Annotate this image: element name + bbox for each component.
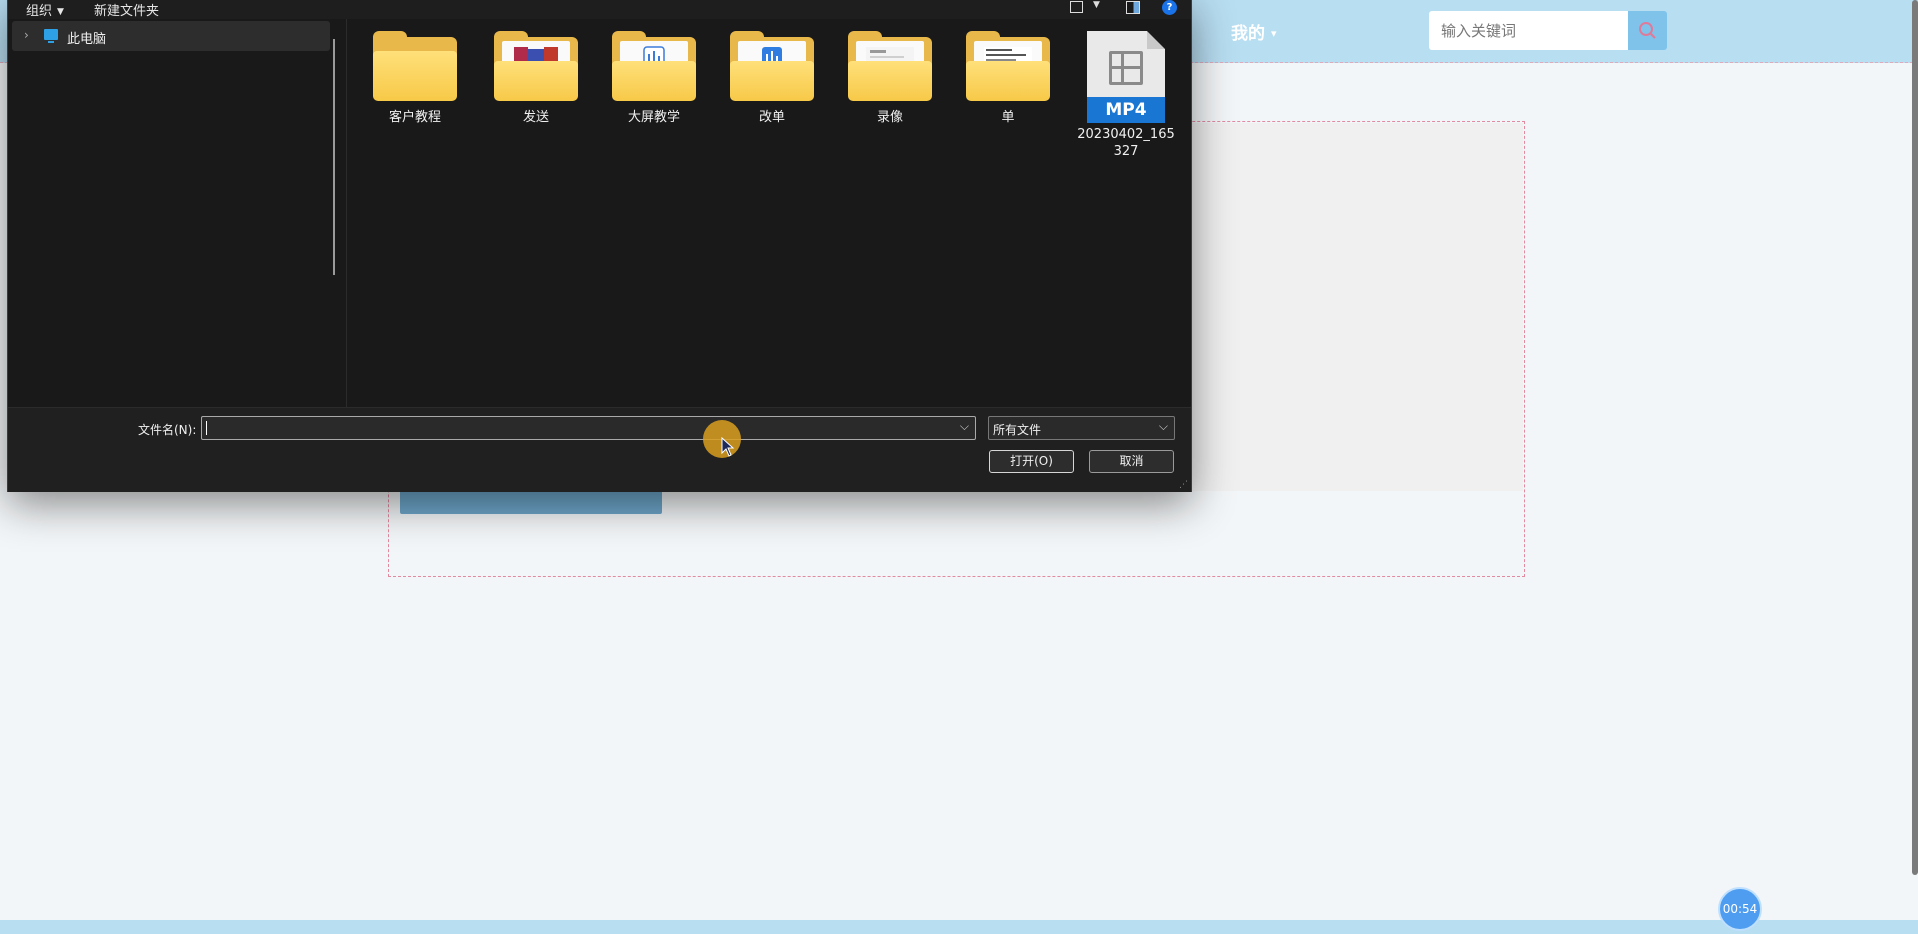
organize-label: 组织 bbox=[26, 4, 53, 19]
file-item[interactable]: 录像 bbox=[835, 31, 945, 126]
chevron-down-icon[interactable]: ⌵ bbox=[960, 419, 969, 434]
organize-menu[interactable]: 组织 ▼ bbox=[26, 0, 64, 19]
folder-icon bbox=[494, 31, 578, 103]
chevron-down-icon: ▼ bbox=[57, 7, 64, 17]
open-button[interactable]: 打开(O) bbox=[989, 450, 1074, 473]
preview-panel bbox=[1190, 123, 1523, 491]
nav-scrollbar[interactable] bbox=[333, 39, 335, 275]
filename-label: 文件名(N): bbox=[138, 423, 197, 437]
cancel-button[interactable]: 取消 bbox=[1089, 450, 1174, 473]
mp4-badge: MP4 bbox=[1087, 97, 1165, 123]
folder-icon bbox=[612, 31, 696, 103]
chevron-down-icon: ⌵ bbox=[1158, 419, 1168, 433]
file-name: 发送 bbox=[522, 110, 549, 125]
file-name: 20230402_165327 bbox=[1077, 127, 1175, 159]
video-file-icon: MP4 bbox=[1087, 31, 1165, 123]
text-caret bbox=[206, 421, 207, 435]
file-item[interactable]: 发送 bbox=[481, 31, 591, 126]
upload-button[interactable] bbox=[400, 490, 662, 514]
file-item[interactable]: 单 bbox=[953, 31, 1063, 126]
mouse-cursor-icon bbox=[721, 437, 735, 457]
dialog-toolbar: 组织 ▼ 新建文件夹 ▼ ? bbox=[8, 0, 1191, 19]
nav-mine-menu[interactable]: 我的 ▾ bbox=[1231, 19, 1277, 44]
film-icon bbox=[1109, 51, 1143, 85]
view-options-caret-icon[interactable]: ▼ bbox=[1093, 0, 1100, 10]
chevron-right-icon[interactable]: › bbox=[24, 28, 29, 42]
file-name: 录像 bbox=[876, 110, 903, 125]
search-button[interactable] bbox=[1628, 11, 1667, 50]
search-icon bbox=[1639, 22, 1656, 39]
resize-grip-icon[interactable]: ⋰ bbox=[1179, 480, 1188, 490]
file-item[interactable]: 大屏教学 bbox=[599, 31, 709, 126]
computer-icon bbox=[44, 29, 58, 43]
navigation-pane: › 此电脑 bbox=[8, 19, 347, 407]
file-item[interactable]: MP4 20230402_165327 bbox=[1071, 31, 1181, 160]
new-folder-button[interactable]: 新建文件夹 bbox=[94, 0, 159, 19]
help-icon[interactable]: ? bbox=[1162, 0, 1177, 15]
filetype-select[interactable]: 所有文件 ⌵ bbox=[988, 416, 1175, 440]
view-mode-icon[interactable] bbox=[1070, 1, 1083, 13]
filename-input[interactable]: ⌵ bbox=[201, 416, 976, 440]
preview-pane-icon[interactable] bbox=[1126, 1, 1140, 14]
file-list: 客户教程 发送 大屏教学 改单 录像 单 MP4 20230402_165327 bbox=[347, 19, 1192, 407]
nav-item-this-pc[interactable]: › 此电脑 bbox=[12, 21, 330, 51]
file-open-dialog: 组织 ▼ 新建文件夹 ▼ ? › 此电脑 客户教程 发送 大屏教学 改单 录像 … bbox=[7, 0, 1192, 492]
file-item[interactable]: 改单 bbox=[717, 31, 827, 126]
chevron-down-icon: ▾ bbox=[1271, 27, 1277, 40]
folder-icon bbox=[966, 31, 1050, 103]
folder-icon bbox=[373, 31, 457, 103]
page-scrollbar[interactable] bbox=[1912, 0, 1918, 875]
site-footer bbox=[0, 920, 1918, 934]
recording-timer: 00:54 bbox=[1718, 887, 1762, 931]
file-item[interactable]: 客户教程 bbox=[360, 31, 470, 126]
dialog-footer: 文件名(N): ⌵ 所有文件 ⌵ 打开(O) 取消 ⋰ bbox=[8, 407, 1191, 492]
nav-mine-label: 我的 bbox=[1231, 24, 1265, 44]
file-name: 客户教程 bbox=[388, 110, 441, 125]
file-name: 改单 bbox=[758, 110, 785, 125]
search-input[interactable] bbox=[1429, 11, 1628, 50]
file-name: 单 bbox=[1001, 110, 1015, 125]
filetype-value: 所有文件 bbox=[993, 423, 1042, 437]
nav-item-label: 此电脑 bbox=[67, 32, 107, 47]
folder-icon bbox=[730, 31, 814, 103]
file-name: 大屏教学 bbox=[627, 110, 680, 125]
folder-icon bbox=[848, 31, 932, 103]
